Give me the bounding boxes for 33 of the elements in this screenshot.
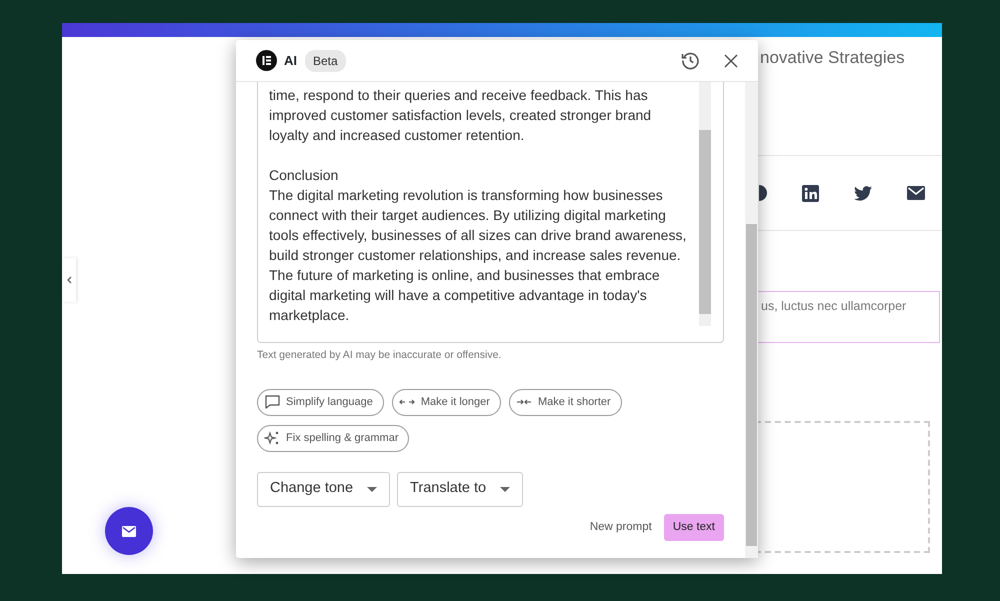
bird-icon [854,186,872,200]
page-heading: novative Strategies [760,48,905,67]
suggestion-chip[interactable]: Fix spelling & grammar [257,424,410,452]
text-paragraph: time, respond to their queries and receive feedback. This has improved customer satisfaction levels, created stronger brand loyalty and increased customer retention. [269,86,652,145]
beta-badge: Beta [305,50,346,72]
scrollbar-thumb[interactable] [746,224,757,546]
caret-icon [367,486,378,492]
envelope-icon [906,186,925,200]
use-text-button[interactable]: Use text [664,514,724,541]
chevron-left-icon [66,276,72,284]
dropdown-button[interactable]: Translate to [397,472,524,507]
logo-label: AI [284,52,297,70]
linkedin-icon [802,184,820,202]
sparkle-icon [264,430,280,446]
dropdown-button[interactable]: Change tone [257,472,390,507]
arrows-together-icon [516,399,532,406]
caret-icon [500,486,510,492]
suggestion-chip[interactable]: Make it longer [392,388,501,416]
envelope-icon [122,526,136,536]
new-prompt-button[interactable]: New prompt [584,518,658,537]
contact-button[interactable] [105,507,153,555]
scrollbar[interactable] [745,82,758,558]
disclaimer-text: Text generated by AI may be inaccurate or offensive. [257,348,502,363]
suggestion-chip[interactable]: Make it shorter [508,388,622,416]
arrows-apart-icon [398,399,415,406]
circle-social-icon [759,184,768,202]
text-paragraph: The digital marketing revolution is transforming how businesses connect with their target audiences. By utilizing digital marketing tools effectively, businesses of all sizes can drive brand awareness, build stronger customer relationships, and increase sales revenue. The future of marketing is online, and businesses that embrace digital marketing will have a competitive advantage in today's marketplace. [269,186,688,325]
scrollbar-thumb[interactable] [699,130,711,314]
generated-text-area[interactable] [257,82,724,343]
logo-icon [256,50,277,71]
speech-bubble-icon [264,394,280,410]
suggestion-chip[interactable]: Simplify language [257,388,384,416]
text-paragraph: Conclusion [269,166,340,185]
